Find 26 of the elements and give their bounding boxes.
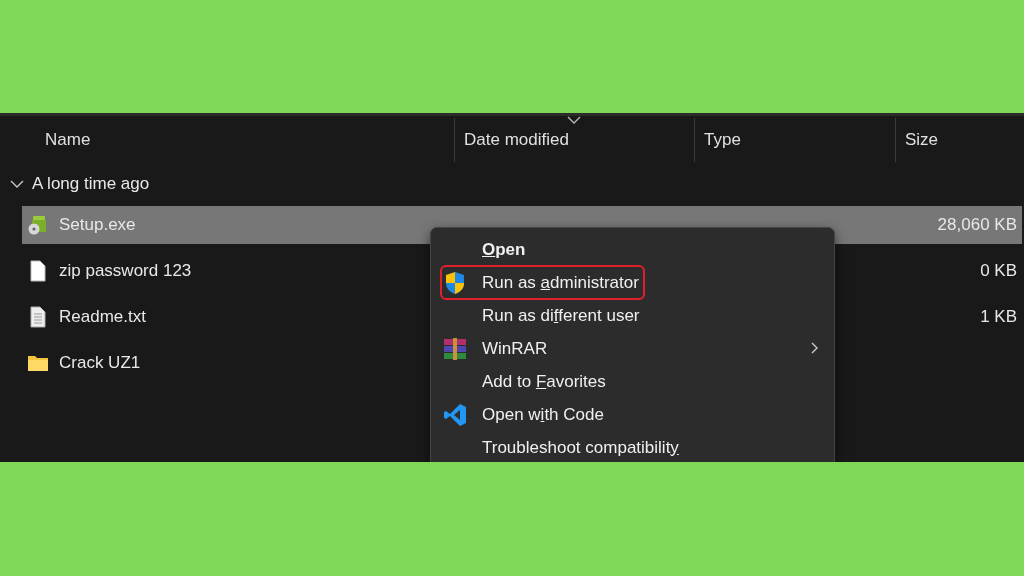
- file-name: Crack UZ1: [59, 353, 141, 373]
- group-header[interactable]: A long time ago: [0, 162, 1024, 206]
- column-header[interactable]: Date modified: [454, 118, 694, 162]
- menu-item[interactable]: Troubleshoot compatibility: [431, 431, 834, 462]
- file-name: Readme.txt: [59, 307, 146, 327]
- books-icon: [443, 337, 467, 360]
- size-cell: 28,060 KB: [937, 215, 1017, 234]
- column-header[interactable]: Type: [694, 118, 895, 162]
- column-header[interactable]: Name: [0, 118, 454, 162]
- file-name: zip password 123: [59, 261, 192, 281]
- file-name: Setup.exe: [59, 215, 136, 235]
- document-icon: [27, 260, 49, 282]
- column-header[interactable]: Size: [895, 118, 1024, 162]
- shield-icon: [443, 270, 467, 295]
- code-editor-icon: [443, 402, 467, 427]
- menu-item[interactable]: WinRAR: [431, 332, 834, 365]
- menu-item[interactable]: Open with Code: [431, 398, 834, 431]
- menu-item[interactable]: Run as different user: [431, 299, 834, 332]
- menu-item[interactable]: Run as administrator: [431, 266, 834, 299]
- installer-icon: [27, 214, 49, 236]
- size-cell: 0 KB: [980, 261, 1017, 280]
- folder-icon: [27, 354, 49, 372]
- menu-item[interactable]: Add to Favorites: [431, 365, 834, 398]
- size-cell: 1 KB: [980, 307, 1017, 326]
- group-label: A long time ago: [32, 174, 150, 194]
- text-document-icon: [27, 306, 49, 328]
